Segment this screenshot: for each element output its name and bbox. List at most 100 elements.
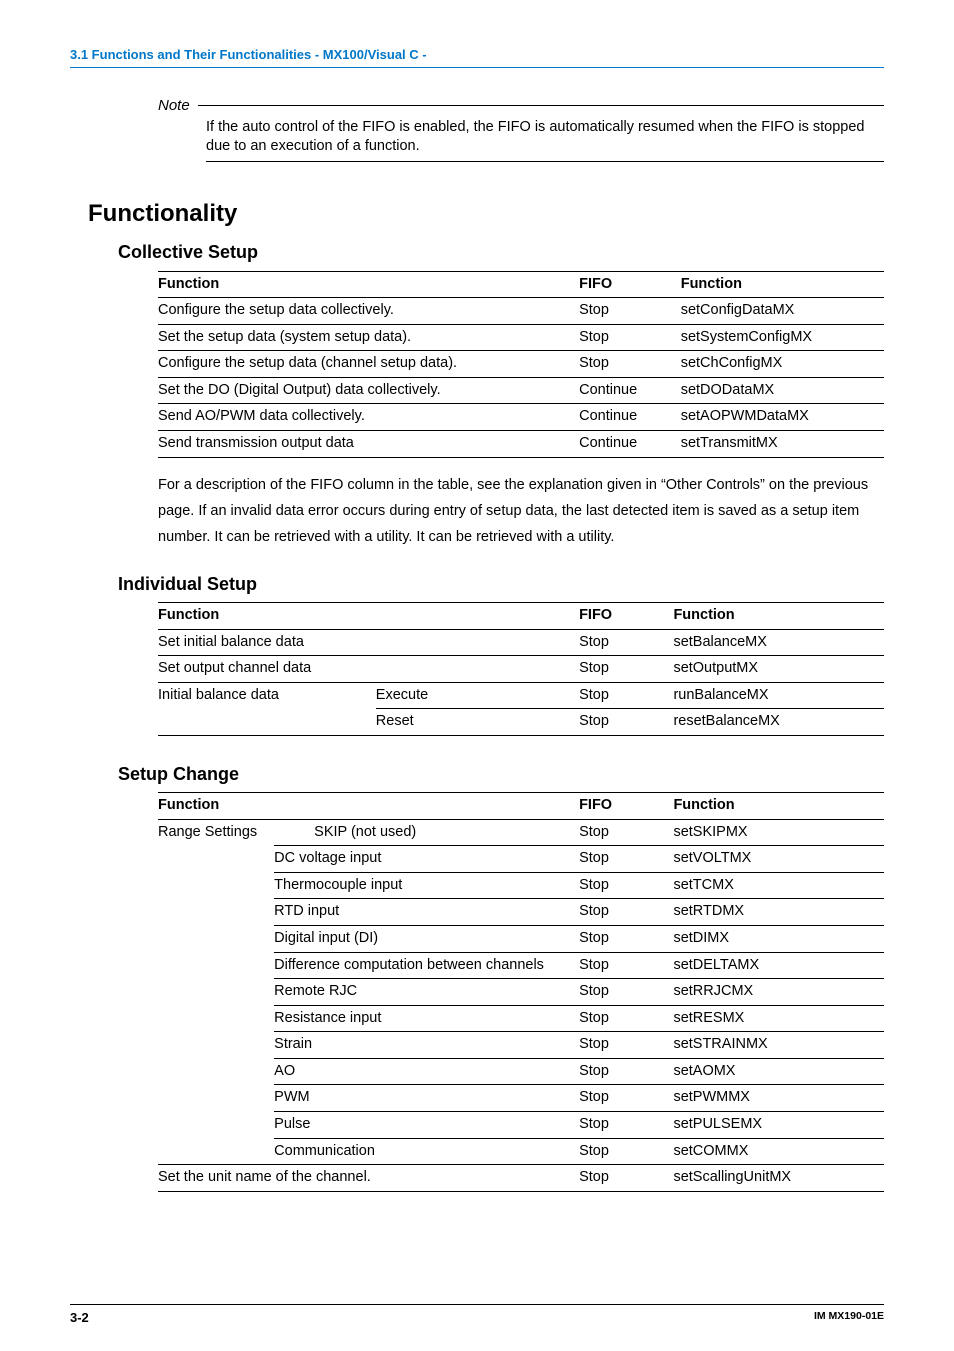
table-row: Remote RJCStopsetRRJCMX: [158, 979, 884, 1006]
table-cell: setDIMX: [673, 926, 884, 953]
th-function: Function: [158, 271, 579, 298]
table-row: Resistance inputStopsetRESMX: [158, 1005, 884, 1032]
table-cell: [158, 926, 274, 953]
table-cell: setSKIPMX: [673, 819, 884, 846]
table-row: PWMStopsetPWMMX: [158, 1085, 884, 1112]
table-row: RTD inputStopsetRTDMX: [158, 899, 884, 926]
table-cell: Digital input (DI): [274, 926, 579, 953]
table-cell: Resistance input: [274, 1005, 579, 1032]
table-cell: Send transmission output data: [158, 430, 579, 457]
table-row: Send transmission output dataContinueset…: [158, 430, 884, 457]
note-label: Note: [158, 96, 194, 116]
table-cell: setSystemConfigMX: [681, 324, 884, 351]
table-cell: setBalanceMX: [673, 629, 884, 656]
table-cell: setRESMX: [673, 1005, 884, 1032]
th-fifo: FIFO: [579, 793, 673, 820]
heading-setup-change: Setup Change: [118, 762, 884, 786]
table-cell: DC voltage input: [274, 846, 579, 873]
table-cell: Stop: [579, 1005, 673, 1032]
table-cell: Stop: [579, 846, 673, 873]
table-cell: Stop: [579, 979, 673, 1006]
table-cell: [158, 872, 274, 899]
table-cell: Range Settings: [158, 819, 274, 846]
table-cell: PWM: [274, 1085, 579, 1112]
table-cell: setDODataMX: [681, 377, 884, 404]
note-block: Note If the auto control of the FIFO is …: [158, 96, 884, 162]
table-row: Set the unit name of the channel.Stopset…: [158, 1165, 884, 1192]
table-cell: Stop: [579, 1138, 673, 1165]
table-row: Configure the setup data collectively.St…: [158, 298, 884, 325]
table-cell: Stop: [579, 1032, 673, 1059]
collective-paragraph: For a description of the FIFO column in …: [158, 472, 884, 550]
table-row: Initial balance dataExecuteStoprunBalanc…: [158, 682, 884, 709]
table-cell: [158, 1085, 274, 1112]
table-cell: Initial balance data: [158, 682, 376, 709]
table-cell: setSTRAINMX: [673, 1032, 884, 1059]
table-cell: Set output channel data: [158, 656, 579, 683]
table-cell: setTCMX: [673, 872, 884, 899]
table-cell: [158, 899, 274, 926]
table-cell: Set the unit name of the channel.: [158, 1165, 579, 1192]
table-cell: setPWMMX: [673, 1085, 884, 1112]
table-cell: [158, 979, 274, 1006]
heading-collective-setup: Collective Setup: [118, 240, 884, 264]
table-row: DC voltage inputStopsetVOLTMX: [158, 846, 884, 873]
table-cell: Stop: [579, 952, 673, 979]
note-body: If the auto control of the FIFO is enabl…: [206, 118, 884, 162]
table-cell: Stop: [579, 629, 673, 656]
page-footer: 3-2 IM MX190-01E: [70, 1304, 884, 1327]
table-cell: Stop: [579, 926, 673, 953]
table-cell: Stop: [579, 819, 673, 846]
table-row: CommunicationStopsetCOMMX: [158, 1138, 884, 1165]
table-cell: Pulse: [274, 1111, 579, 1138]
table-cell: Strain: [274, 1032, 579, 1059]
table-cell: Set the setup data (system setup data).: [158, 324, 579, 351]
table-cell: Stop: [579, 899, 673, 926]
table-cell: Execute: [376, 682, 579, 709]
table-cell: Stop: [579, 1111, 673, 1138]
table-cell: Set initial balance data: [158, 629, 579, 656]
table-individual-setup: Function FIFO Function Set initial balan…: [158, 602, 884, 736]
page-number: 3-2: [70, 1309, 89, 1327]
table-cell: runBalanceMX: [673, 682, 884, 709]
table-cell: Stop: [579, 656, 673, 683]
table-cell: Send AO/PWM data collectively.: [158, 404, 579, 431]
table-cell: Reset: [376, 709, 579, 736]
document-id: IM MX190-01E: [814, 1309, 884, 1327]
table-row: PulseStopsetPULSEMX: [158, 1111, 884, 1138]
table-cell: setVOLTMX: [673, 846, 884, 873]
table-row: Thermocouple inputStopsetTCMX: [158, 872, 884, 899]
table-cell: Configure the setup data collectively.: [158, 298, 579, 325]
table-cell: [158, 709, 376, 736]
table-cell: SKIP (not used): [274, 819, 579, 846]
table-cell: Stop: [579, 1058, 673, 1085]
table-cell: Stop: [579, 298, 681, 325]
table-cell: setScallingUnitMX: [673, 1165, 884, 1192]
table-cell: setCOMMX: [673, 1138, 884, 1165]
table-cell: Stop: [579, 682, 673, 709]
table-row: AOStopsetAOMX: [158, 1058, 884, 1085]
th-function-name: Function: [673, 603, 884, 630]
table-setup-change: Function FIFO Function Range SettingsSKI…: [158, 792, 884, 1191]
table-row: Configure the setup data (channel setup …: [158, 351, 884, 378]
table-cell: Continue: [579, 404, 681, 431]
table-cell: setAOPWMDataMX: [681, 404, 884, 431]
table-cell: Stop: [579, 324, 681, 351]
table-cell: Difference computation between channels: [274, 952, 579, 979]
table-cell: [158, 1111, 274, 1138]
table-cell: Thermocouple input: [274, 872, 579, 899]
table-cell: Stop: [579, 351, 681, 378]
table-cell: setConfigDataMX: [681, 298, 884, 325]
table-cell: setChConfigMX: [681, 351, 884, 378]
table-cell: Stop: [579, 1165, 673, 1192]
th-fifo: FIFO: [579, 271, 681, 298]
th-function-name: Function: [681, 271, 884, 298]
table-row: Set output channel dataStopsetOutputMX: [158, 656, 884, 683]
table-cell: Stop: [579, 709, 673, 736]
table-cell: [158, 1032, 274, 1059]
th-function: Function: [158, 793, 579, 820]
table-cell: Continue: [579, 377, 681, 404]
table-row: StrainStopsetSTRAINMX: [158, 1032, 884, 1059]
table-row: Difference computation between channelsS…: [158, 952, 884, 979]
th-fifo: FIFO: [579, 603, 673, 630]
